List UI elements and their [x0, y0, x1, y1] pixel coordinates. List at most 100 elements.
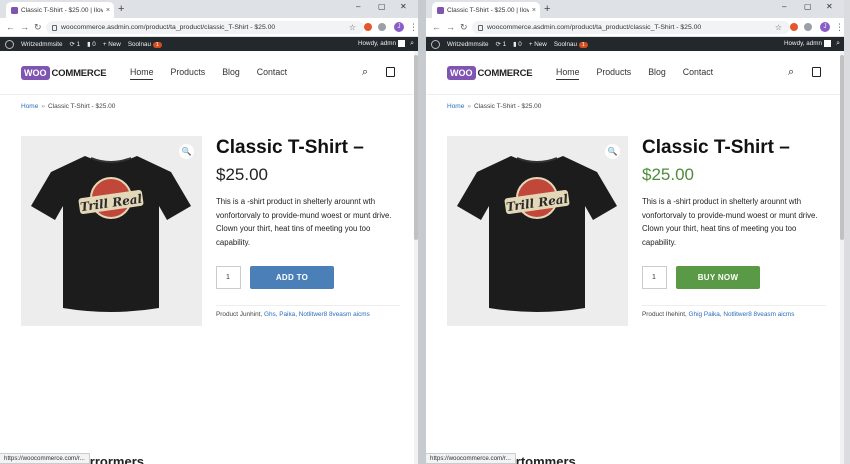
admin-updates[interactable]: ⟳ 1 [496, 41, 507, 48]
minimize-button[interactable]: – [356, 2, 360, 12]
nav-products[interactable]: Products [170, 67, 205, 80]
profile-avatar[interactable]: J [820, 22, 830, 32]
new-tab-button[interactable]: + [544, 3, 550, 15]
minimize-button[interactable]: – [782, 2, 786, 12]
quantity-input[interactable]: 1 [216, 266, 241, 289]
logo-commerce: COMMERCE [51, 67, 107, 79]
admin-seo[interactable]: Soolnau 1 [128, 41, 162, 48]
lock-icon [52, 24, 57, 31]
back-arrow-icon[interactable]: ← [6, 21, 15, 33]
magnifier-icon[interactable]: 🔍 [605, 144, 620, 159]
main-nav: Home Products Blog Contact [130, 67, 287, 80]
breadcrumb-current: Classic T-Shirt - $25.00 [47, 103, 116, 110]
admin-avatar[interactable] [824, 40, 831, 47]
forward-arrow-icon[interactable]: → [20, 21, 29, 33]
profile-avatar[interactable]: J [394, 22, 404, 32]
window-close-button[interactable]: ✕ [826, 2, 833, 12]
product-price: $25.00 [216, 165, 268, 184]
address-bar[interactable]: woocommerce.asdmin.com/product/ta_produc… [46, 21, 364, 34]
browser-tab[interactable]: Classic T-Shirt - $25.00 | Ilov... × [432, 2, 540, 18]
bookmark-star-icon[interactable]: ☆ [775, 21, 782, 34]
breadcrumb-home[interactable]: Home [21, 103, 38, 110]
add-to-cart-button[interactable]: ADD TO CART [250, 266, 334, 305]
nav-blog[interactable]: Blog [222, 67, 240, 80]
admin-howdy[interactable]: Howdy, admn [358, 37, 396, 51]
admin-howdy[interactable]: Howdy, admn [784, 37, 822, 51]
address-bar[interactable]: woocommerce.asdmin.com/product/ta_produc… [472, 21, 790, 34]
url-text: woocommerce.asdmin.com/product/ta_produc… [487, 24, 702, 31]
scrollbar-thumb[interactable] [414, 55, 418, 240]
product-summary: Classic T-Shirt – $25.00 This is a -shir… [216, 136, 411, 318]
nav-home[interactable]: Home [130, 67, 154, 80]
window-close-button[interactable]: ✕ [400, 2, 407, 12]
nav-contact[interactable]: Contact [683, 67, 713, 80]
bookmark-star-icon[interactable]: ☆ [349, 21, 356, 34]
tab-close-icon[interactable]: × [532, 7, 540, 14]
admin-new[interactable]: + New [529, 41, 547, 48]
maximize-button[interactable]: ▢ [804, 2, 812, 12]
buy-now-button[interactable]: BUY NOW [676, 266, 760, 289]
browser-window-right: Classic T-Shirt - $25.00 | Ilov... × + –… [426, 0, 844, 464]
reload-icon[interactable]: ↻ [460, 21, 468, 33]
admin-search-icon[interactable]: ⌕ [836, 37, 840, 51]
shopping-bag-icon[interactable] [812, 67, 821, 77]
tab-close-icon[interactable]: × [106, 7, 114, 14]
admin-comments[interactable]: ▮ 0 [87, 41, 96, 48]
breadcrumb-separator: » [467, 103, 471, 110]
product-image[interactable]: Trill Real 🔍 [447, 136, 628, 326]
browser-toolbar: ← → ↻ woocommerce.asdmin.com/product/ta_… [426, 18, 844, 37]
forward-arrow-icon[interactable]: → [446, 21, 455, 33]
cart-form: 1 ADD TO CART [216, 266, 334, 305]
admin-search-icon[interactable]: ⌕ [410, 37, 414, 51]
extension-icon-2[interactable] [804, 23, 812, 31]
woocommerce-logo[interactable]: WOO COMMERCE [447, 66, 533, 80]
reload-icon[interactable]: ↻ [34, 21, 42, 33]
browser-menu-icon[interactable]: ⋮ [835, 21, 844, 33]
breadcrumb: Home» Classic T-Shirt - $25.00 [21, 103, 115, 110]
nav-blog[interactable]: Blog [648, 67, 666, 80]
admin-updates[interactable]: ⟳ 1 [70, 41, 81, 48]
seo-badge: 1 [152, 41, 162, 48]
woo-favicon-icon [11, 6, 18, 14]
site-header: WOO COMMERCE Home Products Blog Contact … [0, 51, 418, 95]
wordpress-logo-icon[interactable] [5, 39, 14, 49]
shopping-bag-icon[interactable] [386, 67, 395, 77]
new-tab-button[interactable]: + [118, 3, 124, 15]
search-icon[interactable]: ⌕ [362, 65, 368, 79]
magnifier-icon[interactable]: 🔍 [179, 144, 194, 159]
browser-menu-icon[interactable]: ⋮ [409, 21, 418, 33]
back-arrow-icon[interactable]: ← [432, 21, 441, 33]
admin-avatar[interactable] [398, 40, 405, 47]
tab-strip: Classic T-Shirt - $25.00 | Ilov... × + –… [0, 0, 418, 18]
nav-products[interactable]: Products [596, 67, 631, 80]
product-meta: Product Junhint, Ghs, Paika, Notlitwer8 … [216, 305, 400, 318]
wordpress-logo-icon[interactable] [431, 39, 440, 49]
meta-tags[interactable]: Ghig Paika, Notlitwer8 8veasm aicms [689, 311, 795, 318]
admin-site-name[interactable]: Writzedmmsite [21, 41, 63, 48]
browser-tab[interactable]: Classic T-Shirt - $25.00 | Ilov... × [6, 2, 114, 18]
meta-tags[interactable]: Ghs, Paika, Notlitwer8 8veasm aicms [264, 311, 370, 318]
extension-icon-2[interactable] [378, 23, 386, 31]
search-icon[interactable]: ⌕ [788, 65, 794, 79]
scrollbar-thumb[interactable] [840, 55, 844, 240]
meta-label: Product Ihehint, [642, 311, 687, 318]
admin-seo[interactable]: Soolnau 1 [554, 41, 588, 48]
maximize-button[interactable]: ▢ [378, 2, 386, 12]
admin-new[interactable]: + New [103, 41, 121, 48]
product-title: Classic T-Shirt – [216, 137, 364, 158]
extension-icon[interactable] [364, 23, 372, 31]
woocommerce-logo[interactable]: WOO COMMERCE [21, 66, 107, 80]
breadcrumb-home[interactable]: Home [447, 103, 464, 110]
tshirt-image: Trill Real [31, 156, 191, 312]
breadcrumb-separator: » [41, 103, 45, 110]
split-divider[interactable] [418, 0, 426, 464]
nav-home[interactable]: Home [556, 67, 580, 80]
quantity-input[interactable]: 1 [642, 266, 667, 289]
status-bar-url: https://woocommerce.com/r... [0, 453, 90, 464]
product-title: Classic T-Shirt – [642, 137, 790, 158]
extension-icon[interactable] [790, 23, 798, 31]
admin-site-name[interactable]: Writzedmmsite [447, 41, 489, 48]
product-image[interactable]: Trill Real 🔍 [21, 136, 202, 326]
admin-comments[interactable]: ▮ 0 [513, 41, 522, 48]
nav-contact[interactable]: Contact [257, 67, 287, 80]
